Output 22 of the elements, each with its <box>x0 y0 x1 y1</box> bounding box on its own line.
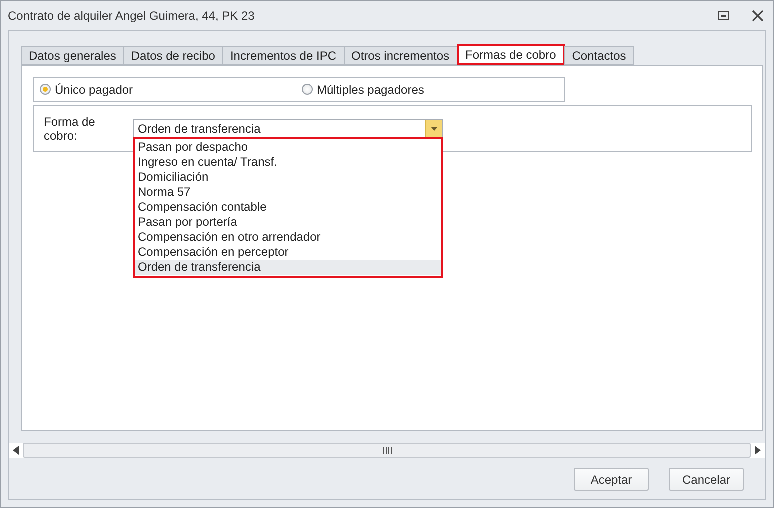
radio-label: Único pagador <box>55 82 134 96</box>
dropdown-option[interactable]: Orden de transferencia <box>135 260 441 275</box>
tab[interactable]: Datos generales <box>21 46 124 65</box>
tab[interactable]: Contactos <box>564 46 634 65</box>
close-icon[interactable] <box>751 8 765 22</box>
right-arrow-icon[interactable] <box>755 446 761 455</box>
tab[interactable]: Datos de recibo <box>123 46 224 65</box>
tab[interactable]: Incrementos de IPC <box>222 46 344 65</box>
window-title: Contrato de alquiler Angel Guimera, 44, PK 23 <box>8 8 256 22</box>
radio-button[interactable]: Múltiples pagadores <box>302 82 552 96</box>
dialog-button[interactable]: Aceptar <box>574 468 649 491</box>
grip-icon <box>382 447 392 454</box>
radio-button[interactable]: Único pagador <box>40 82 302 96</box>
left-arrow-icon[interactable] <box>13 446 19 455</box>
restore-icon[interactable] <box>717 8 731 22</box>
radio-icon[interactable] <box>40 84 51 95</box>
field-label: Forma de cobro: <box>44 114 96 142</box>
radio-icon[interactable] <box>302 84 313 95</box>
dialog-button[interactable]: Cancelar <box>669 468 744 491</box>
tab[interactable]: Formas de cobro <box>456 44 566 65</box>
radio-label: Múltiples pagadores <box>317 82 424 96</box>
tab[interactable]: Otros incrementos <box>344 46 458 65</box>
